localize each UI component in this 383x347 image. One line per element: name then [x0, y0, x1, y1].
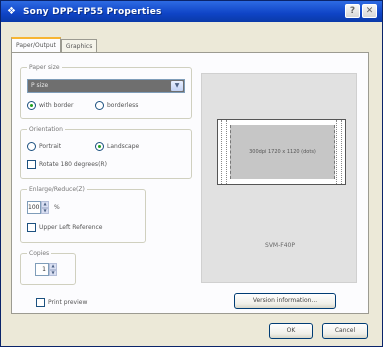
enlarge-spinner[interactable]: 100 ▲ ▼ % [27, 201, 60, 214]
printable-area: 300dpi 1720 x 1120 (dots) [230, 125, 335, 179]
radio-borderless[interactable]: borderless [95, 101, 138, 110]
properties-dialog: ❖ Sony DPP-FP55 Properties ? ✕ Paper/Out… [0, 0, 383, 347]
printer-icon: ❖ [7, 5, 16, 17]
paper-size-group: Paper size P size ▼ with border borderle… [20, 63, 192, 119]
enlarge-reduce-legend: Enlarge/Reduce(Z) [27, 185, 87, 194]
radio-portrait-label: Portrait [39, 143, 62, 150]
paper-sheet: 300dpi 1720 x 1120 (dots) [217, 119, 346, 185]
help-button[interactable]: ? [345, 4, 360, 18]
window-title: Sony DPP-FP55 Properties [23, 6, 162, 17]
radio-portrait[interactable]: Portrait [27, 142, 61, 151]
perforation-right [336, 120, 342, 184]
radio-borderless-label: borderless [107, 102, 139, 109]
radio-landscape-label: Landscape [107, 143, 140, 150]
tab-panel: Paper size P size ▼ with border borderle… [11, 52, 369, 314]
radio-landscape[interactable]: Landscape [95, 142, 139, 151]
page-preview: 300dpi 1720 x 1120 (dots) SVM-F40P [201, 73, 357, 283]
radio-dot [27, 101, 36, 110]
tab-graphics[interactable]: Graphics [60, 39, 98, 53]
checkbox-box [27, 160, 36, 169]
enlarge-unit: % [54, 204, 60, 211]
orientation-group: Orientation Portrait Landscape Rotate 18… [20, 125, 192, 179]
rotate-180-label: Rotate 180 degrees(R) [39, 161, 107, 168]
copies-spinner[interactable]: 1 ▲ ▼ [35, 263, 57, 276]
paper-size-value: P size [31, 82, 49, 89]
paper-size-select[interactable]: P size ▼ [27, 79, 185, 93]
radio-dot [95, 142, 104, 151]
tab-strip: Paper/Output Graphics [11, 37, 98, 53]
enlarge-reduce-group: Enlarge/Reduce(Z) 100 ▲ ▼ % Upper Left R… [20, 185, 146, 243]
radio-dot [27, 142, 36, 151]
upper-left-label: Upper Left Reference [39, 224, 103, 231]
radio-with-border[interactable]: with border [27, 101, 73, 110]
checkbox-box [27, 223, 36, 232]
copies-group: Copies 1 ▲ ▼ [20, 249, 76, 285]
enlarge-input[interactable]: 100 [27, 201, 41, 214]
upper-left-checkbox[interactable]: Upper Left Reference [27, 223, 102, 232]
version-information-button[interactable]: Version information... [234, 293, 336, 309]
perforation-left [221, 120, 227, 184]
spin-down-icon[interactable]: ▼ [49, 269, 57, 276]
radio-with-border-label: with border [39, 102, 74, 109]
copies-input[interactable]: 1 [35, 263, 49, 276]
spin-down-icon[interactable]: ▼ [41, 207, 49, 214]
copies-spin-buttons[interactable]: ▲ ▼ [49, 263, 57, 276]
ok-button[interactable]: OK [269, 323, 313, 339]
enlarge-spin-buttons[interactable]: ▲ ▼ [41, 201, 49, 214]
tab-paper-output[interactable]: Paper/Output [11, 37, 61, 53]
copies-legend: Copies [27, 249, 52, 258]
printer-model: SVM-F40P [265, 242, 295, 249]
cancel-button[interactable]: Cancel [322, 323, 368, 339]
paper-size-legend: Paper size [27, 63, 62, 72]
close-button[interactable]: ✕ [362, 4, 377, 18]
orientation-legend: Orientation [27, 125, 65, 134]
radio-dot [95, 101, 104, 110]
chevron-down-icon[interactable]: ▼ [171, 81, 183, 91]
print-preview-checkbox[interactable]: Print preview [36, 298, 87, 307]
title-bar[interactable]: ❖ Sony DPP-FP55 Properties ? ✕ [1, 1, 382, 22]
checkbox-box [36, 298, 45, 307]
print-preview-label: Print preview [48, 299, 88, 306]
rotate-180-checkbox[interactable]: Rotate 180 degrees(R) [27, 160, 107, 169]
